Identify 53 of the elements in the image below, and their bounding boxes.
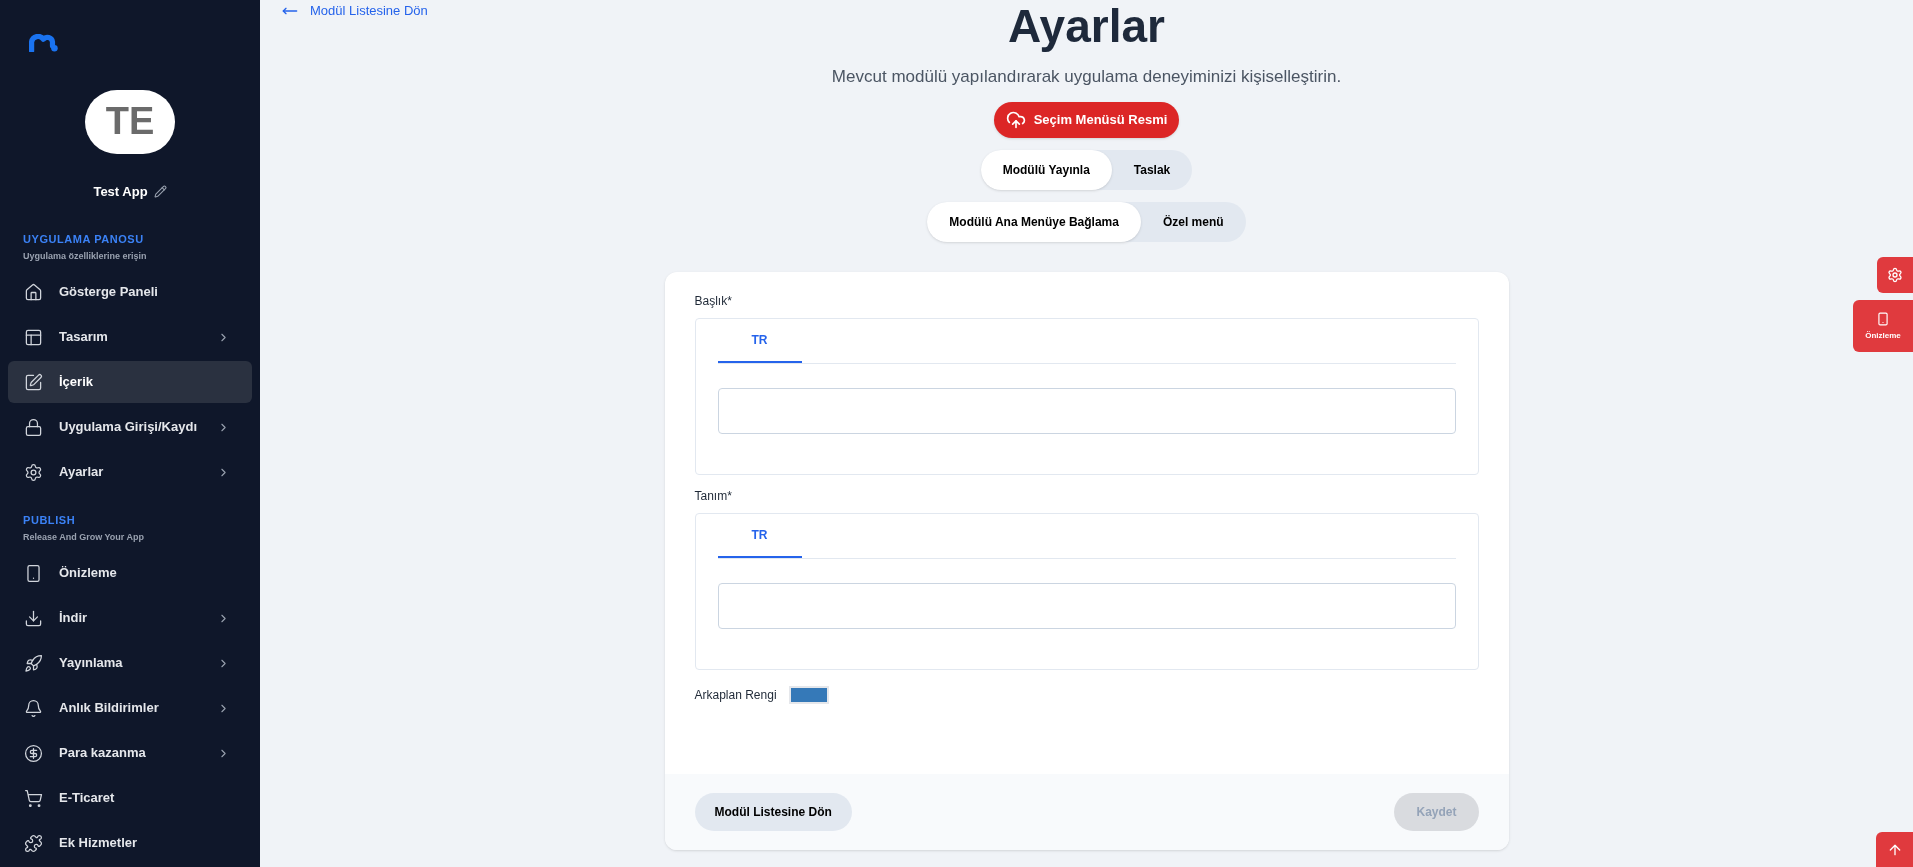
- color-swatch[interactable]: [788, 685, 829, 704]
- settings-icon: [24, 462, 43, 482]
- sidebar-item[interactable]: Para kazanma: [8, 732, 252, 774]
- preview-button[interactable]: Önizleme: [1853, 300, 1913, 352]
- home-icon: [24, 282, 43, 302]
- back-link[interactable]: Modül Listesine Dön: [280, 1, 428, 21]
- toggle-option[interactable]: Taslak: [1111, 149, 1193, 190]
- edit-icon[interactable]: [153, 184, 167, 198]
- sidebar-item[interactable]: Ek Hizmetler: [8, 822, 252, 864]
- section-title: UYGULAMA PANOSU: [22, 232, 145, 247]
- sidebar-item[interactable]: Tasarım: [8, 316, 252, 358]
- scroll-top-button[interactable]: [1876, 832, 1913, 867]
- section-subtitle: Release And Grow Your App: [22, 530, 146, 544]
- toggle-option[interactable]: Özel menü: [1140, 201, 1246, 242]
- text-input[interactable]: [717, 387, 1456, 434]
- edit-icon: [24, 372, 43, 392]
- bell-icon: [24, 698, 43, 718]
- download-icon: [24, 608, 43, 628]
- sidebar-item[interactable]: Yayınlama: [8, 642, 252, 684]
- sidebar-item[interactable]: Gösterge Paneli: [8, 271, 252, 313]
- back-button[interactable]: Modül Listesine Dön: [694, 792, 852, 831]
- sidebar-item[interactable]: Önizleme: [8, 552, 252, 594]
- avatar: TE: [85, 90, 175, 154]
- lock-icon: [24, 417, 43, 437]
- dollar-icon: [24, 743, 43, 763]
- page-title: Ayarlar: [1008, 0, 1165, 52]
- sidebar-item[interactable]: Uygulama Girişi/Kaydı: [8, 406, 252, 448]
- language-tab[interactable]: TR: [717, 318, 802, 363]
- sidebar-item[interactable]: İçerik: [8, 361, 252, 403]
- phone-icon: [24, 563, 43, 583]
- section-subtitle: Uygulama özelliklerine erişin: [22, 249, 148, 263]
- field-label: Başlık*: [694, 292, 733, 310]
- field-label: Arkaplan Rengi: [694, 686, 777, 704]
- sidebar-item[interactable]: Anlık Bildirimler: [8, 687, 252, 729]
- cart-icon: [24, 788, 43, 808]
- upload-button[interactable]: Seçim Menüsü Resmi: [993, 101, 1180, 138]
- settings-button[interactable]: [1877, 257, 1913, 293]
- upload-icon: [1005, 109, 1026, 130]
- app-name: Test App: [93, 182, 148, 201]
- toggle-option[interactable]: Modülü Yayınla: [980, 149, 1112, 190]
- sidebar-item[interactable]: İndir: [8, 597, 252, 639]
- phone-icon: [1876, 310, 1890, 327]
- settings-icon: [1887, 267, 1903, 283]
- language-tab[interactable]: TR: [717, 513, 802, 558]
- page-subtitle: Mevcut modülü yapılandırarak uygulama deneyiminizi kişiselleştirin.: [831, 66, 1342, 88]
- sidebar-item[interactable]: Ayarlar: [8, 451, 252, 493]
- toggle-option[interactable]: Modülü Ana Menüye Bağlama: [927, 201, 1141, 242]
- section-title: PUBLISH: [22, 513, 77, 528]
- field-label: Tanım*: [694, 487, 733, 505]
- text-input[interactable]: [717, 582, 1456, 629]
- sidebar-item[interactable]: E-Ticaret: [8, 777, 252, 819]
- puzzle-icon: [24, 833, 43, 853]
- rocket-icon: [24, 653, 43, 673]
